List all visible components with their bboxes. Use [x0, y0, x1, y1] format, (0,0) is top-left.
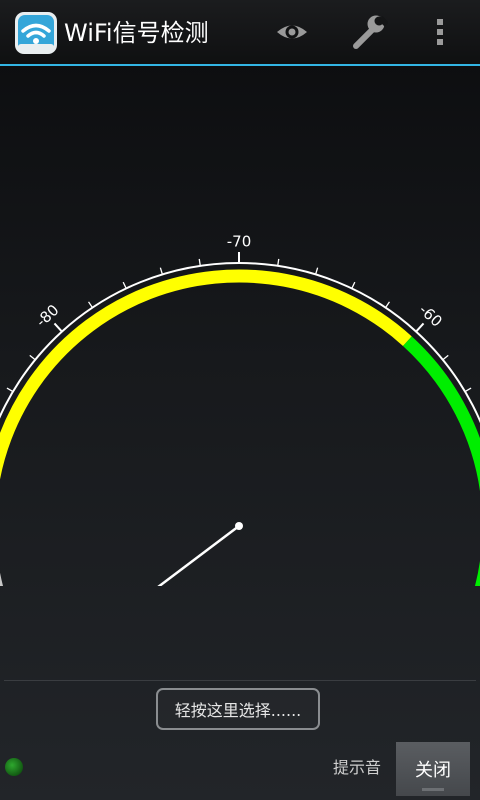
gauge-major-tick	[415, 322, 425, 333]
gauge-minor-tick	[351, 281, 356, 289]
settings-button[interactable]	[344, 8, 392, 56]
gauge-major-tick	[53, 322, 63, 333]
action-bar: WiFi信号检测	[0, 0, 480, 64]
gauge-minor-tick	[464, 387, 472, 393]
gauge-minor-tick	[88, 301, 93, 308]
gauge-minor-tick	[198, 258, 201, 266]
gauge-minor-tick	[385, 301, 390, 308]
eye-icon	[277, 25, 307, 39]
status-indicator	[5, 758, 23, 776]
eye-button[interactable]	[268, 8, 316, 56]
signal-gauge: -100-90-80-70-60-50-40dBm	[0, 233, 480, 586]
gauge-minor-tick	[122, 281, 127, 289]
wifi-app-icon	[15, 12, 57, 54]
sound-label: 提示音	[333, 758, 382, 777]
wrench-icon	[353, 15, 388, 49]
app-title: WiFi信号检测	[64, 19, 209, 47]
gauge-tick-label-3: -70	[227, 233, 252, 251]
gauge-minor-tick	[29, 354, 36, 361]
gauge-minor-tick	[277, 258, 280, 266]
overflow-menu-button[interactable]	[416, 8, 464, 56]
gauge-scale-arc	[0, 262, 480, 424]
gauge-band-1	[0, 269, 412, 480]
gauge-band-0	[0, 572, 4, 586]
gauge-minor-tick	[159, 267, 164, 275]
gauge-minor-tick	[6, 387, 14, 393]
toggle-indicator	[422, 788, 444, 791]
select-network-button[interactable]: 轻按这里选择......	[156, 688, 320, 730]
gauge-minor-tick	[442, 354, 449, 361]
bottom-divider	[4, 680, 476, 681]
gauge-needle	[157, 525, 240, 586]
gauge-needle-pivot	[235, 522, 243, 530]
app-screen: WiFi信号检测 -100-90-80-70-	[0, 0, 480, 800]
overflow-menu-icon	[437, 19, 443, 45]
gauge-minor-tick	[314, 267, 319, 275]
gauge-band-2	[402, 336, 480, 586]
